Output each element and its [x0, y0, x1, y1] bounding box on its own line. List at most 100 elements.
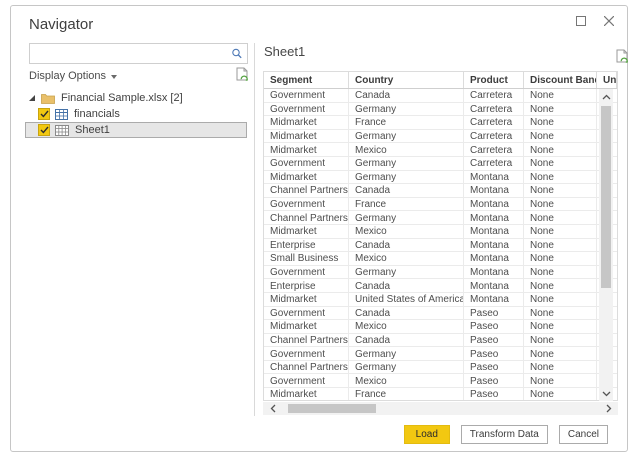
table-cell: None — [524, 374, 597, 388]
vertical-scrollbar[interactable] — [599, 89, 613, 401]
search-input[interactable] — [30, 44, 229, 63]
close-icon — [604, 16, 614, 26]
preview-title: Sheet1 — [264, 44, 306, 59]
tree-expand-icon[interactable] — [28, 94, 36, 102]
table-row: Midmarket Germany Montana None — [264, 170, 617, 185]
table-cell: Paseo — [464, 388, 524, 400]
navigator-tree: Financial Sample.xlsx [2] financials She… — [25, 90, 247, 138]
table-row: Government Canada Carretera None — [264, 89, 617, 103]
table-cell: None — [524, 89, 597, 102]
table-row: Midmarket Mexico Montana None — [264, 224, 617, 239]
table-cell: Carretera — [464, 129, 524, 143]
table-cell: Montana — [464, 197, 524, 211]
table-cell: Germany — [349, 347, 464, 360]
table-cell: Midmarket — [264, 224, 349, 238]
table-cell: Canada — [349, 333, 464, 347]
search-icon[interactable] — [229, 46, 245, 62]
load-button[interactable]: Load — [403, 425, 450, 444]
horizontal-scrollbar[interactable] — [263, 402, 618, 415]
table-cell: None — [524, 333, 597, 347]
table-row: Midmarket Mexico Carretera None — [264, 143, 617, 157]
table-cell: Paseo — [464, 333, 524, 347]
display-options-dropdown[interactable]: Display Options — [29, 70, 118, 82]
transform-data-button[interactable]: Transform Data — [460, 425, 548, 444]
table-cell: Midmarket — [264, 116, 349, 129]
table-cell: None — [524, 360, 597, 374]
table-cell: None — [524, 320, 597, 333]
table-row: Government Canada Paseo None — [264, 306, 617, 321]
sheet1-checkbox[interactable] — [38, 124, 50, 136]
table-cell: Channel Partners — [264, 211, 349, 224]
checkmark-icon — [39, 110, 49, 118]
table-row: Government France Montana None — [264, 197, 617, 212]
table-cell: Canada — [349, 184, 464, 197]
chevron-right-icon — [606, 404, 611, 413]
table-cell: Enterprise — [264, 238, 349, 252]
tree-item-label: financials — [74, 108, 120, 120]
table-cell: None — [524, 156, 597, 170]
chevron-down-icon — [602, 391, 610, 396]
table-row: Enterprise Canada Montana None — [264, 279, 617, 293]
table-cell: None — [524, 224, 597, 238]
table-row: Small Business Mexico Montana None — [264, 252, 617, 266]
display-options-label: Display Options — [29, 70, 107, 82]
close-button[interactable] — [601, 13, 617, 29]
scroll-down-button[interactable] — [599, 386, 613, 401]
maximize-icon — [576, 16, 586, 26]
table-cell: Carretera — [464, 116, 524, 129]
tree-item-workbook[interactable]: Financial Sample.xlsx [2] — [25, 90, 247, 106]
tree-item-label: Financial Sample.xlsx [2] — [61, 92, 183, 104]
table-cell: Midmarket — [264, 320, 349, 333]
table-row: Government Germany Carretera None — [264, 102, 617, 117]
table-row: Midmarket United States of America Montana… — [264, 292, 617, 307]
pane-divider — [254, 43, 255, 416]
table-cell: None — [524, 306, 597, 320]
cancel-button[interactable]: Cancel — [558, 425, 608, 444]
tree-item-sheet1[interactable]: Sheet1 — [25, 122, 247, 138]
tree-item-financials[interactable]: financials — [25, 106, 247, 122]
table-cell: Government — [264, 306, 349, 320]
tree-item-label: Sheet1 — [75, 124, 110, 136]
table-cell: None — [524, 184, 597, 197]
financials-checkbox[interactable] — [38, 108, 50, 120]
table-cell: None — [524, 265, 597, 279]
table-row: Midmarket Mexico Paseo None — [264, 320, 617, 334]
table-cell: Canada — [349, 279, 464, 292]
table-cell: None — [524, 197, 597, 211]
table-cell: Midmarket — [264, 292, 349, 306]
refresh-preview-button-left[interactable] — [235, 67, 249, 88]
table-cell: Channel Partners — [264, 184, 349, 197]
column-header: Uni — [597, 72, 617, 88]
table-cell: Government — [264, 347, 349, 360]
dialog-title: Navigator — [29, 16, 94, 33]
table-cell: None — [524, 347, 597, 360]
scroll-left-button[interactable] — [265, 402, 280, 415]
table-cell: Germany — [349, 129, 464, 143]
table-cell: Carretera — [464, 143, 524, 156]
table-cell: Montana — [464, 279, 524, 292]
refresh-preview-button-right[interactable] — [615, 49, 629, 70]
chevron-left-icon — [270, 404, 275, 413]
vertical-scrollbar-thumb[interactable] — [601, 106, 611, 288]
table-cell: Montana — [464, 292, 524, 306]
scroll-up-button[interactable] — [599, 89, 613, 104]
table-cell: Government — [264, 374, 349, 388]
table-cell: Government — [264, 156, 349, 170]
search-box — [29, 43, 248, 64]
horizontal-scrollbar-thumb[interactable] — [288, 404, 376, 413]
table-cell: None — [524, 102, 597, 116]
table-cell: Montana — [464, 265, 524, 279]
column-header: Segment — [264, 72, 349, 88]
table-cell: Montana — [464, 184, 524, 197]
table-cell: Germany — [349, 211, 464, 224]
table-cell: Enterprise — [264, 279, 349, 292]
table-row: Channel Partners Canada Montana None — [264, 184, 617, 198]
table-cell: None — [524, 388, 597, 400]
table-cell: Germany — [349, 156, 464, 170]
table-cell: Mexico — [349, 320, 464, 333]
table-row: Channel Partners Canada Paseo None — [264, 333, 617, 348]
table-cell: None — [524, 129, 597, 143]
scroll-right-button[interactable] — [601, 402, 616, 415]
chevron-down-icon — [111, 74, 118, 79]
maximize-button[interactable] — [573, 13, 589, 29]
